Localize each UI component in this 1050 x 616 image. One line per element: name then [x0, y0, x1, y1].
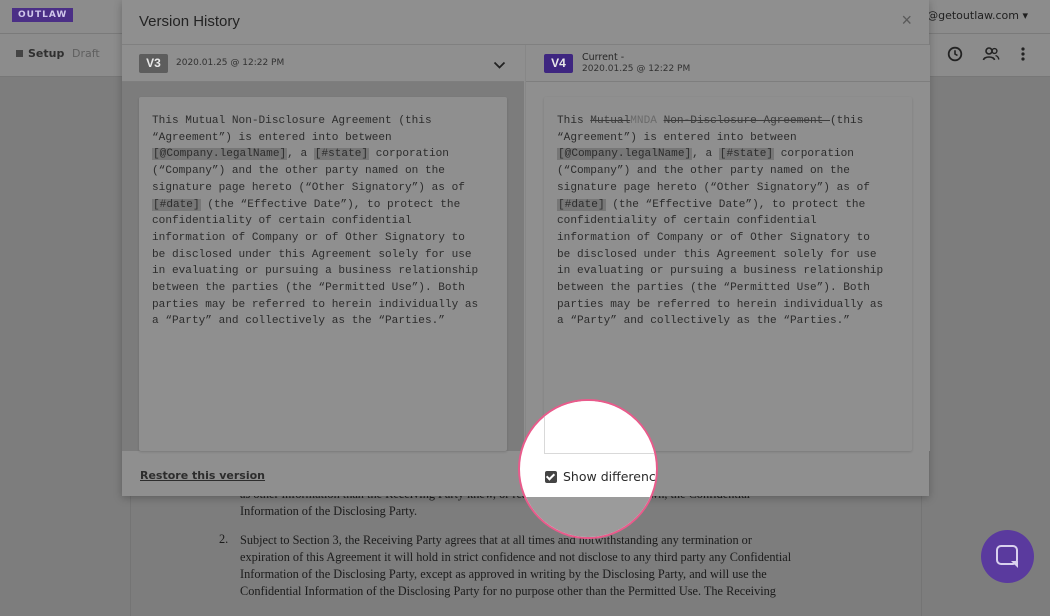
deleted-text: Non-Disclosure Agreement — [663, 115, 830, 127]
version-history-modal: Version History × V3 2020.01.25 @ 12:22 … — [122, 0, 930, 496]
outlaw-logo[interactable]: OUTLAW — [12, 8, 74, 22]
show-differences-label: Show differences — [563, 469, 656, 484]
tab-draft-label: Draft — [72, 47, 100, 60]
document-card-edge — [544, 401, 656, 454]
current-version-header: V4 Current - 2020.01.25 @ 12:22 PM — [526, 45, 930, 82]
tab-setup-label: Setup — [28, 47, 65, 60]
version-selector[interactable]: V3 2020.01.25 @ 12:22 PM — [122, 45, 524, 82]
user-email-menu[interactable]: an@getoutlaw.com ▾ — [913, 9, 1028, 22]
setup-icon — [16, 50, 23, 57]
list-number: 2. — [219, 532, 229, 546]
version-pane-v3: V3 2020.01.25 @ 12:22 PM This Mutual Non… — [122, 45, 524, 451]
close-icon[interactable]: × — [901, 10, 912, 31]
doc-line: expiration of this Agreement it will hol… — [240, 550, 792, 564]
chevron-down-icon[interactable] — [493, 57, 506, 75]
show-differences-checkbox[interactable]: Show differences — [545, 468, 656, 486]
users-icon[interactable] — [982, 46, 1000, 67]
document-text-v4: This MutualMNDA Non-Disclosure Agreement… — [557, 115, 884, 328]
version-badge-v3: V3 — [139, 54, 168, 73]
tab-draft[interactable]: Draft — [72, 47, 100, 60]
deleted-text: Mutual — [590, 115, 631, 127]
clock-icon[interactable] — [947, 46, 963, 67]
document-preview-v4: This MutualMNDA Non-Disclosure Agreement… — [544, 97, 912, 451]
modal-title: Version History — [139, 13, 240, 30]
version-date: 2020.01.25 @ 12:22 PM — [176, 58, 285, 68]
checkbox-checked-icon[interactable] — [545, 471, 557, 483]
version-pane-v4: V4 Current - 2020.01.25 @ 12:22 PM This … — [525, 45, 930, 451]
inserted-text: MNDA — [630, 115, 657, 127]
backdrop-area — [520, 497, 656, 537]
spotlight-highlight: Show differences — [518, 399, 658, 539]
restore-version-link[interactable]: Restore this version — [140, 469, 265, 482]
version-badge-v4: V4 — [544, 54, 573, 73]
doc-line: Confidential Information of the Disclosi… — [240, 584, 776, 598]
version-date: 2020.01.25 @ 12:22 PM — [582, 64, 691, 74]
document-preview-v3: This Mutual Non-Disclosure Agreement (th… — [139, 97, 507, 451]
doc-line: Information of the Disclosing Party, exc… — [240, 567, 767, 581]
modal-header: Version History × — [122, 0, 929, 45]
document-text-v3: This Mutual Non-Disclosure Agreement (th… — [152, 115, 479, 328]
tab-setup[interactable]: Setup — [16, 47, 64, 60]
kebab-icon[interactable] — [1020, 46, 1026, 67]
chat-launcher-button[interactable] — [981, 530, 1034, 583]
current-label: Current - — [582, 52, 625, 63]
